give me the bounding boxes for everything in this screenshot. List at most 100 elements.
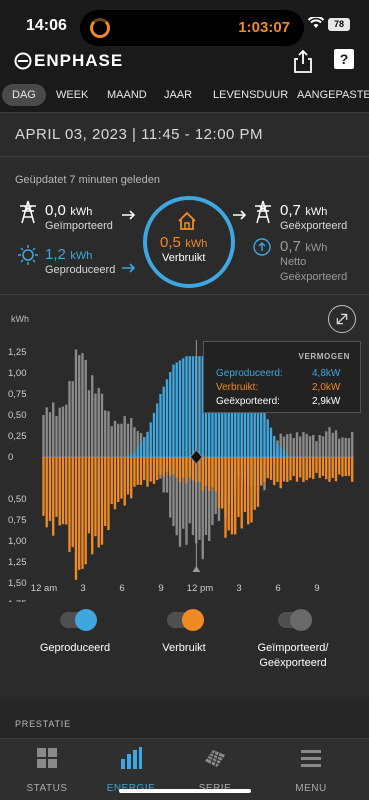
- produced-toggle[interactable]: [60, 609, 97, 631]
- x-tick-label: 6: [119, 583, 124, 594]
- produced-bar: [149, 422, 152, 457]
- nav-serie[interactable]: SERIE: [180, 747, 250, 794]
- x-tick-label: 9: [158, 583, 163, 594]
- imported-label: Geïmporteerd: [45, 220, 113, 232]
- produced-bar: [266, 419, 269, 457]
- expand-button[interactable]: [328, 305, 356, 333]
- tab-dag[interactable]: DAG: [2, 84, 46, 106]
- consumed-bar: [182, 457, 185, 478]
- timer-ring-icon: [90, 18, 110, 38]
- share-button[interactable]: [290, 48, 316, 74]
- produced-bar: [162, 386, 165, 457]
- grid-bar: [48, 412, 52, 457]
- consumed-bar: [344, 457, 347, 477]
- consumed-bar: [42, 457, 45, 516]
- nav-menu[interactable]: MENU: [276, 747, 346, 794]
- app-bar: ENPHASE ?: [0, 48, 369, 82]
- home-indicator: [119, 789, 251, 793]
- consumed-bar: [237, 457, 240, 518]
- consumed-bar: [208, 457, 211, 492]
- consumed-bar: [146, 457, 149, 487]
- help-button[interactable]: ?: [334, 49, 354, 69]
- import-export-toggle[interactable]: [278, 609, 312, 631]
- consumed-bar: [302, 457, 305, 483]
- solar-panel-icon: [205, 750, 225, 767]
- grid-bar: [123, 416, 126, 457]
- grid-bar: [65, 404, 68, 457]
- tab-levensduur[interactable]: LEVENSDUUR: [213, 84, 288, 106]
- grid-bar: [94, 393, 97, 457]
- consumed-bar: [256, 457, 260, 507]
- y-tick-label: 0,50: [8, 410, 27, 421]
- grid-bar: [325, 431, 328, 457]
- y-tick-label: 0: [8, 452, 13, 463]
- produced-bar: [126, 454, 130, 457]
- tooltip-consumed-value: 2,0kW: [312, 382, 341, 393]
- tab-jaar[interactable]: JAAR: [164, 84, 192, 106]
- consumed-bar: [266, 457, 269, 479]
- y-tick-label: 1,00: [8, 368, 27, 379]
- sun-icon: [18, 245, 38, 265]
- consumed-bar: [68, 457, 71, 552]
- enphase-logo-icon: [14, 52, 32, 70]
- toggle-knob: [290, 609, 312, 631]
- consumed-bar: [97, 457, 100, 548]
- brand-logo: ENPHASE: [34, 51, 124, 70]
- consumed-bar: [45, 457, 48, 528]
- consumed-bar: [120, 457, 123, 499]
- legend-consumed: Verbruikt: [162, 642, 206, 654]
- nav-energie[interactable]: ENERGIE: [96, 747, 166, 794]
- chart-cursor-handle: [192, 566, 201, 572]
- consumed-bar: [104, 457, 107, 526]
- tooltip-consumed-label: Verbruikt:: [216, 382, 259, 393]
- grid-bar: [84, 360, 87, 457]
- consumed-bar: [247, 457, 250, 525]
- consumed-bar: [185, 457, 188, 484]
- tab-aangepaste[interactable]: AANGEPASTE: [297, 84, 369, 106]
- produced-bar: [282, 450, 286, 457]
- tab-maand[interactable]: MAAND: [107, 84, 147, 106]
- status-time: 14:06: [26, 17, 67, 34]
- grid-bar: [331, 432, 334, 457]
- consumed-bar: [289, 457, 292, 481]
- home-icon: [178, 211, 196, 230]
- produced-bar: [175, 362, 178, 457]
- updated-text: Geüpdatet 7 minuten geleden: [15, 174, 160, 186]
- consumed-bar: [299, 457, 302, 478]
- nav-status[interactable]: STATUS: [12, 747, 82, 794]
- consumed-bar: [188, 457, 191, 477]
- y-tick-label: 0,75: [8, 389, 27, 400]
- consumed-bar: [61, 457, 65, 525]
- section-heading: PRESTATIE: [15, 719, 71, 729]
- grid-bar: [315, 441, 318, 457]
- grid-tower-icon: [20, 200, 36, 224]
- grid-bar: [341, 437, 344, 457]
- bar-chart-icon: [121, 747, 142, 769]
- consumed-bar: [279, 457, 282, 489]
- nav-status-label: STATUS: [26, 783, 68, 794]
- divider: [0, 156, 369, 157]
- grid-bar: [302, 431, 305, 457]
- legend-produced: Geproduceerd: [39, 642, 111, 654]
- produced-bar: [188, 356, 191, 457]
- consumed-bar: [201, 457, 204, 492]
- consumed-bar: [159, 457, 162, 476]
- produced-bar: [269, 427, 273, 457]
- grid-bar: [58, 407, 61, 457]
- produced-bar: [146, 431, 149, 457]
- consumed-bar: [81, 457, 84, 569]
- consumed-bar: [292, 457, 295, 477]
- produced-bar: [130, 453, 133, 457]
- consumed-toggle[interactable]: [167, 609, 204, 631]
- y-tick-label: 0,50: [8, 494, 27, 505]
- consumed-bar: [282, 457, 286, 482]
- produced-bar: [133, 452, 136, 457]
- y-tick-label: 0,75: [8, 515, 27, 526]
- consumed-bar: [126, 457, 130, 495]
- dynamic-island: 1:03:07: [80, 10, 304, 46]
- consumed-bar: [250, 457, 253, 523]
- consumed-bar: [178, 457, 182, 482]
- tab-week[interactable]: WEEK: [56, 84, 88, 106]
- produced-bar: [156, 403, 159, 457]
- grid-tower-icon: [255, 200, 271, 224]
